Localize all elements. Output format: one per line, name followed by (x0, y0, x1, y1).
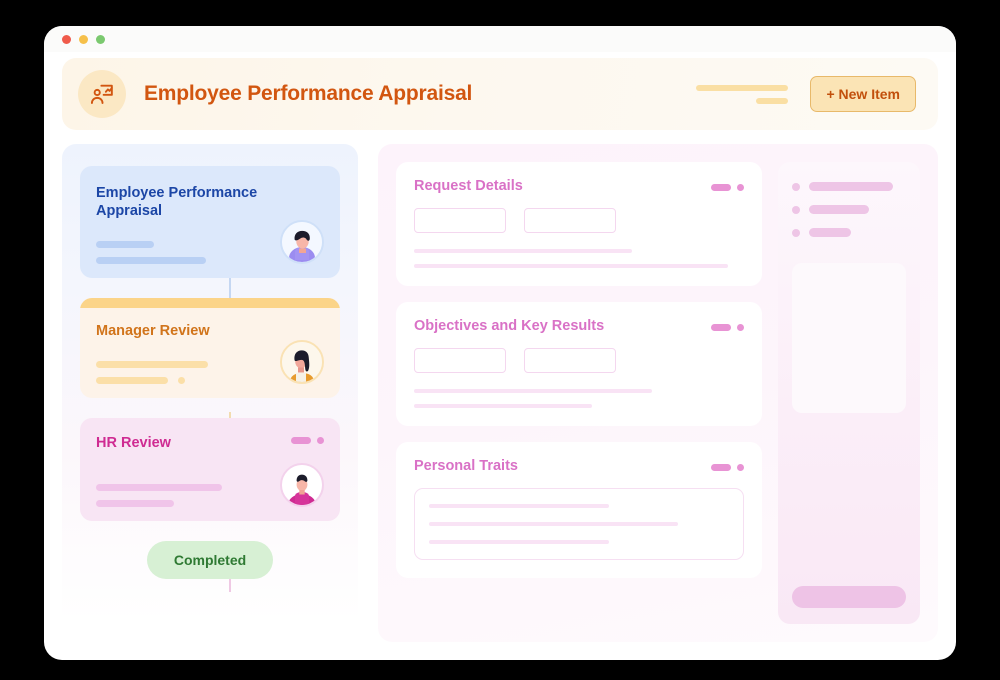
workflow-panel: Employee Performance Appraisal Manager R… (62, 144, 358, 642)
presentation-person-icon (78, 70, 126, 118)
avatar-employee (280, 220, 324, 265)
form-card-objectives-key-results[interactable]: Objectives and Key Results (396, 302, 762, 426)
objectives-field-1[interactable] (414, 348, 506, 373)
window-titlebar (44, 26, 956, 52)
skeleton-line (414, 404, 593, 408)
app-body: Employee Performance Appraisal Manager R… (62, 144, 938, 642)
menu-dot (737, 324, 744, 331)
workflow-step-menu-icon[interactable] (291, 434, 324, 445)
skeleton-line-row (96, 377, 270, 385)
menu-dot (737, 464, 744, 471)
skeleton-line (96, 483, 222, 491)
form-card-request-details[interactable]: Request Details (396, 162, 762, 286)
side-list-item[interactable] (792, 182, 906, 191)
header-skeleton (696, 84, 789, 104)
header-actions: + New Item (696, 76, 916, 112)
side-panel-action-button[interactable] (792, 586, 906, 608)
form-card-header: Objectives and Key Results (414, 318, 744, 334)
form-card-menu-icon[interactable] (711, 181, 744, 191)
header-skeleton-line-long (696, 84, 789, 91)
form-card-title: Objectives and Key Results (414, 318, 605, 334)
form-card-title: Request Details (414, 178, 523, 194)
close-icon[interactable] (62, 34, 71, 44)
workflow-step-title: Manager Review (96, 323, 210, 340)
skeleton-line (414, 389, 652, 393)
workflow-step-body (96, 220, 324, 265)
side-list-item[interactable] (792, 205, 906, 214)
workflow-step-title: Employee Performance Appraisal (96, 185, 258, 220)
workflow-step-accent-bar (80, 298, 340, 309)
objectives-field-2[interactable] (524, 348, 616, 373)
avatar-hr (280, 462, 324, 507)
workflow-step-manager-review[interactable]: Manager Review (80, 298, 340, 399)
form-card-menu-icon[interactable] (711, 321, 744, 331)
secondary-side-panel (778, 162, 920, 624)
form-card-skeleton (414, 389, 744, 408)
skeleton-line (96, 499, 174, 507)
app-header: Employee Performance Appraisal + New Ite… (62, 58, 938, 130)
browser-window: Employee Performance Appraisal + New Ite… (44, 26, 956, 660)
form-card-title: Personal Traits (414, 458, 518, 474)
form-card-skeleton (414, 249, 744, 268)
form-field-row (414, 208, 744, 233)
menu-dot (317, 437, 324, 445)
skeleton-line (96, 377, 168, 385)
skeleton-line (96, 361, 208, 369)
skeleton-line (429, 504, 609, 508)
bullet-icon (792, 205, 800, 214)
bullet-icon (792, 182, 800, 191)
page-title: Employee Performance Appraisal (144, 82, 473, 105)
form-card-header: Request Details (414, 178, 744, 194)
request-details-field-2[interactable] (524, 208, 616, 233)
workflow-step-body (96, 462, 324, 507)
side-list-item[interactable] (792, 228, 906, 237)
skeleton-line (96, 257, 206, 265)
header-skeleton-line-short (756, 97, 789, 104)
workflow-step-inner: Manager Review (80, 308, 340, 398)
workflow-step-skeleton (96, 483, 270, 507)
skeleton-line (414, 264, 728, 268)
form-card-header: Personal Traits (414, 458, 744, 474)
workflow-step-title: HR Review (96, 435, 171, 452)
side-panel-list (792, 182, 906, 237)
bullet-icon (792, 228, 800, 237)
workflow-step-skeleton (96, 361, 270, 385)
menu-pill (291, 437, 311, 445)
skeleton-line (809, 205, 869, 214)
form-column: Request Details Objectives and Key Resul… (396, 162, 762, 624)
workflow-step-hr-review[interactable]: HR Review (80, 418, 340, 521)
side-panel-preview-box (792, 263, 906, 413)
request-details-field-1[interactable] (414, 208, 506, 233)
workflow-step-skeleton (96, 241, 270, 265)
form-card-menu-icon[interactable] (711, 461, 744, 471)
menu-pill (711, 464, 731, 471)
add-new-item-button[interactable]: + New Item (810, 76, 916, 112)
form-field-row (414, 348, 744, 373)
maximize-icon[interactable] (96, 34, 105, 44)
workflow-step-body (96, 340, 324, 385)
skeleton-line (429, 540, 609, 544)
skeleton-line (414, 249, 632, 253)
skeleton-line (96, 241, 154, 249)
skeleton-line (429, 522, 678, 526)
avatar-manager (280, 340, 324, 385)
skeleton-line (809, 228, 851, 237)
personal-traits-textarea[interactable] (414, 488, 744, 560)
form-card-personal-traits[interactable]: Personal Traits (396, 442, 762, 578)
workflow-step-header: HR Review (96, 434, 324, 452)
skeleton-line (809, 182, 893, 191)
status-badge-completed[interactable]: Completed (147, 540, 273, 579)
minimize-icon[interactable] (79, 34, 88, 44)
app-content: Employee Performance Appraisal + New Ite… (44, 58, 956, 642)
menu-dot (737, 184, 744, 191)
menu-pill (711, 324, 731, 331)
menu-pill (711, 184, 731, 191)
skeleton-dot (178, 377, 185, 385)
workflow-step-employee-appraisal[interactable]: Employee Performance Appraisal (80, 166, 340, 279)
form-panel: Request Details Objectives and Key Resul… (378, 144, 938, 642)
